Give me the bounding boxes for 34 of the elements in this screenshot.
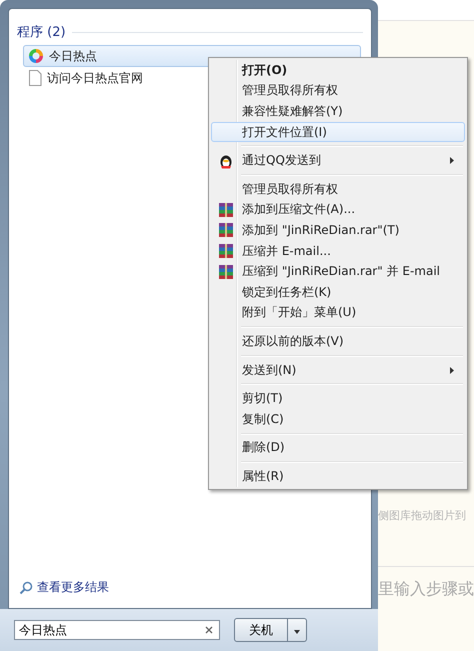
menu-item[interactable]: 还原以前的版本(V)	[211, 331, 465, 352]
menu-item[interactable]: 属性(R)	[211, 466, 465, 487]
search-field[interactable]: 今日热点	[14, 620, 220, 640]
colorful-ring-icon	[28, 48, 44, 64]
menu-item[interactable]: 复制(C)	[211, 408, 465, 430]
menu-item[interactable]: 兼容性疑难解答(Y)	[211, 101, 465, 122]
menu-item[interactable]: 压缩并 E-mail...	[211, 240, 465, 262]
menu-item[interactable]: 剪切(T)	[211, 388, 465, 409]
see-more-link[interactable]: 查看更多结果	[37, 579, 109, 596]
menu-item[interactable]: 删除(D)	[211, 438, 465, 458]
menu-item[interactable]: 添加到压缩文件(A)...	[211, 200, 465, 220]
search-icon	[19, 580, 33, 594]
books-icon	[218, 222, 234, 238]
menu-item[interactable]: 压缩到 "JinRiReDian.rar" 并 E-mail	[211, 261, 465, 282]
background-text: 里输入步骤或	[378, 579, 474, 600]
menu-item[interactable]: 打开文件位置(I)	[211, 122, 465, 142]
close-icon	[205, 626, 213, 634]
menu-item[interactable]: 发送到(N)	[211, 360, 465, 380]
document-icon	[28, 70, 42, 86]
menu-item[interactable]: 通过QQ发送到	[211, 150, 465, 171]
books-icon	[218, 202, 234, 218]
menu-item[interactable]: 管理员取得所有权	[211, 80, 465, 102]
penguin-icon	[219, 152, 233, 169]
books-icon	[218, 264, 234, 280]
shutdown-button[interactable]: 关机	[234, 618, 288, 642]
arrow-button[interactable]	[288, 618, 307, 642]
menu-item[interactable]: 管理员取得所有权	[211, 178, 465, 200]
menu-item[interactable]: 附到「开始」菜单(U)	[211, 302, 465, 324]
menu-item[interactable]: 锁定到任务栏(K)	[211, 282, 465, 303]
group-header: 程序 (2)	[17, 24, 66, 41]
books-icon	[218, 243, 234, 260]
arrow-icon	[294, 630, 300, 634]
menu-item[interactable]: 添加到 "JinRiReDian.rar"(T)	[211, 220, 465, 241]
background-text: 侧图库拖动图片到	[378, 508, 467, 523]
